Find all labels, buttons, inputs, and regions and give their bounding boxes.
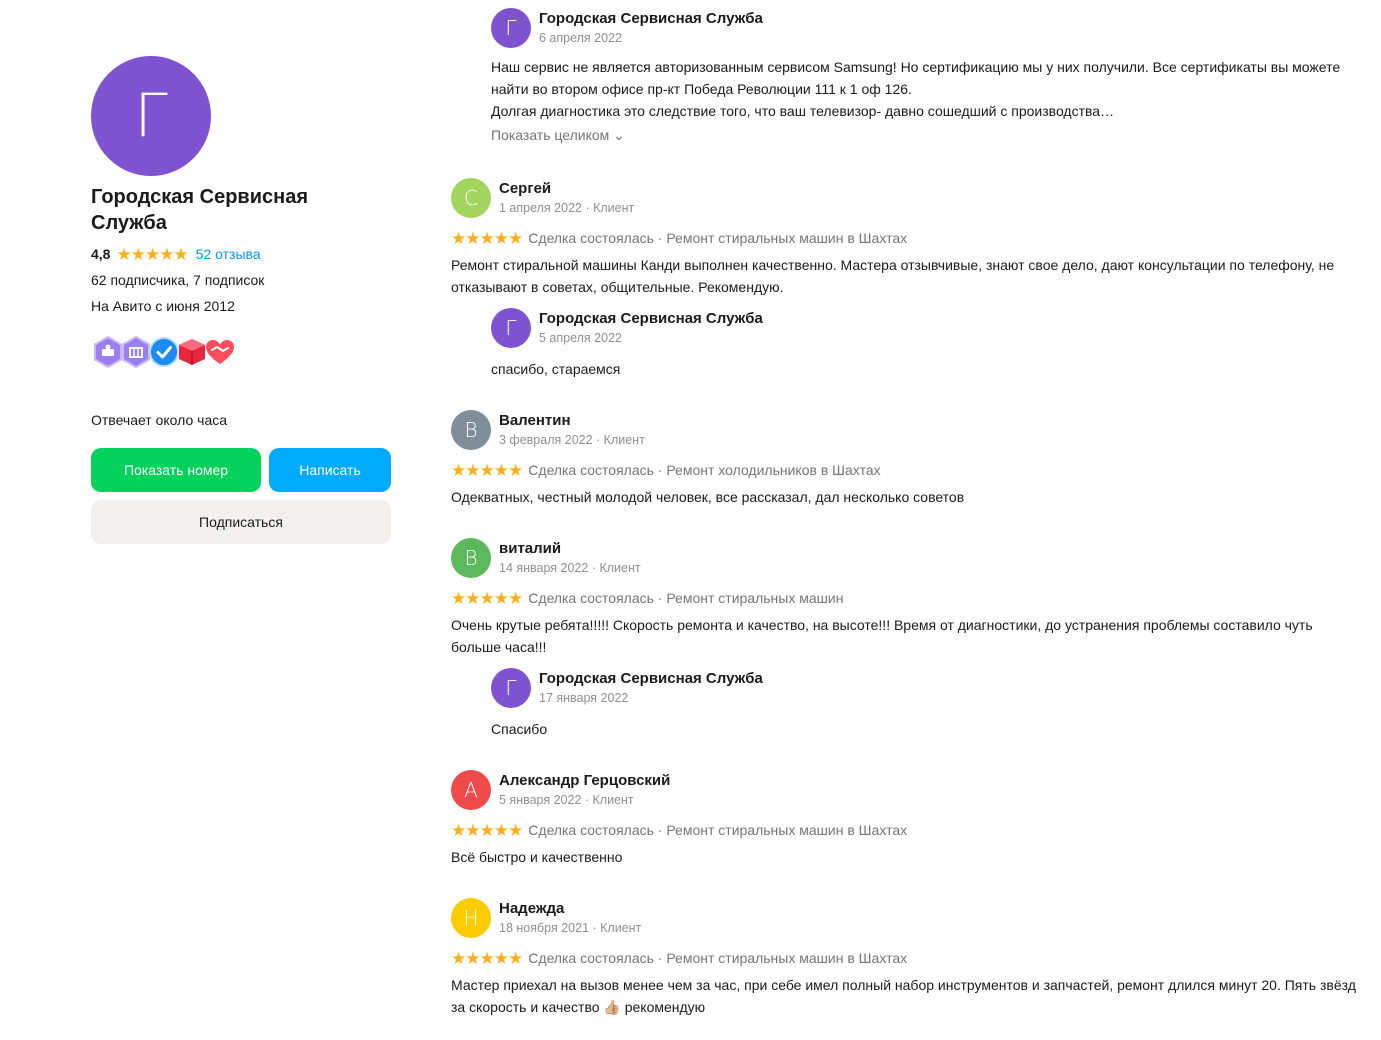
review-avatar[interactable]: В — [451, 410, 491, 450]
review-deal-row: ★★★★★ Сделка состоялась · Ремонт стираль… — [451, 228, 1371, 248]
reply-date: 17 января 2022 — [539, 691, 629, 705]
review-author[interactable]: Валентин — [499, 411, 645, 431]
rating-value: 4,8 — [91, 246, 111, 262]
reply-avatar[interactable]: Г — [491, 668, 531, 708]
review-author[interactable]: Надежда — [499, 899, 641, 919]
review-stars-icon: ★★★★★ — [451, 588, 523, 608]
seller-rating: 4,8 ★★★★★ 52 отзыва — [91, 244, 391, 264]
seller-avatar[interactable]: Г — [91, 56, 211, 176]
review-date: 1 апреля 2022 · Клиент — [499, 201, 635, 215]
reply-text: Наш сервис не является авторизованным се… — [491, 59, 1341, 119]
reply-author[interactable]: Городская Сервисная Служба — [539, 9, 763, 29]
review-deal: Сделка состоялась · Ремонт стиральных ма… — [528, 822, 908, 838]
review-item: В виталий 14 января 2022 · Клиент ★★★★★ … — [451, 538, 1371, 658]
review-item: А Александр Герцовский 5 января 2022 · К… — [451, 770, 1371, 868]
handshake-badge-icon[interactable] — [203, 335, 237, 369]
review-stars-icon: ★★★★★ — [451, 460, 523, 480]
reply-avatar[interactable]: Г — [491, 308, 531, 348]
seller-reply: Г Городская Сервисная Служба 6 апреля 20… — [491, 8, 1371, 146]
member-since: На Авито с июня 2012 — [91, 298, 235, 314]
review-stars-icon: ★★★★★ — [451, 948, 523, 968]
reply-date: 5 апреля 2022 — [539, 331, 622, 345]
review-stars-icon: ★★★★★ — [451, 820, 523, 840]
response-time: Отвечает около часа — [91, 412, 228, 428]
review-date: 14 января 2022 · Клиент — [499, 561, 641, 575]
reply-text: Спасибо — [491, 721, 548, 737]
review-text: Одекватных, честный молодой человек, все… — [451, 489, 965, 505]
review-date: 18 ноября 2021 · Клиент — [499, 921, 642, 935]
reply-header: Г Городская Сервисная Служба 6 апреля 20… — [491, 8, 1371, 48]
review-deal-row: ★★★★★ Сделка состоялась · Ремонт стираль… — [451, 588, 1371, 608]
review-deal: Сделка состоялась · Ремонт стиральных ма… — [528, 590, 844, 606]
followers-info[interactable]: 62 подписчика, 7 подписок — [91, 270, 391, 290]
contact-buttons: Показать номер Написать — [91, 448, 391, 492]
reply-author[interactable]: Городская Сервисная Служба — [539, 669, 763, 689]
review-header: С Сергей 1 апреля 2022 · Клиент — [451, 178, 1371, 218]
seller-sidebar: Г Городская Сервисная Служба 4,8 ★★★★★ 5… — [91, 56, 391, 544]
review-avatar[interactable]: А — [451, 770, 491, 810]
review-author[interactable]: Сергей — [499, 179, 634, 199]
seller-reply: Г Городская Сервисная Служба 17 января 2… — [491, 668, 1371, 740]
show-phone-button[interactable]: Показать номер — [91, 448, 261, 492]
review-deal: Сделка состоялась · Ремонт холодильников… — [528, 462, 881, 478]
review-item: В Валентин 3 февраля 2022 · Клиент ★★★★★… — [451, 410, 1371, 508]
reply-text: спасибо, стараемся — [491, 361, 621, 377]
review-text: Мастер приехал на вызов менее чем за час… — [451, 977, 1356, 1015]
review-deal-row: ★★★★★ Сделка состоялась · Ремонт стираль… — [451, 948, 1371, 968]
subscribe-button[interactable]: Подписаться — [91, 500, 391, 544]
review-item: С Сергей 1 апреля 2022 · Клиент ★★★★★ Сд… — [451, 178, 1371, 298]
reply-avatar[interactable]: Г — [491, 8, 531, 48]
reviews-count-link[interactable]: 52 отзыва — [196, 246, 261, 262]
review-author[interactable]: Александр Герцовский — [499, 771, 670, 791]
review-item: Н Надежда 18 ноября 2021 · Клиент ★★★★★ … — [451, 898, 1371, 1018]
review-date: 3 февраля 2022 · Клиент — [499, 433, 645, 447]
seller-name[interactable]: Городская Сервисная Служба — [91, 184, 351, 236]
reply-author[interactable]: Городская Сервисная Служба — [539, 309, 763, 329]
review-text: Всё быстро и качественно — [451, 849, 623, 865]
review-text: Ремонт стиральной машины Канди выполнен … — [451, 257, 1335, 295]
review-deal-row: ★★★★★ Сделка состоялась · Ремонт стираль… — [451, 820, 1371, 840]
badges-row[interactable] — [91, 334, 391, 370]
rating-stars-icon: ★★★★★ — [116, 244, 188, 264]
review-avatar[interactable]: Н — [451, 898, 491, 938]
review-date: 5 января 2022 · Клиент — [499, 793, 634, 807]
review-deal-row: ★★★★★ Сделка состоялась · Ремонт холодил… — [451, 460, 1371, 480]
review-deal: Сделка состоялась · Ремонт стиральных ма… — [528, 950, 908, 966]
show-full-link[interactable]: Показать целиком ⌄ — [491, 124, 1371, 146]
seller-reply: Г Городская Сервисная Служба 5 апреля 20… — [491, 308, 1371, 380]
review-deal: Сделка состоялась · Ремонт стиральных ма… — [528, 230, 908, 246]
review-stars-icon: ★★★★★ — [451, 228, 523, 248]
review-author[interactable]: виталий — [499, 539, 641, 559]
write-message-button[interactable]: Написать — [269, 448, 391, 492]
review-avatar[interactable]: С — [451, 178, 491, 218]
review-avatar[interactable]: В — [451, 538, 491, 578]
reply-date: 6 апреля 2022 — [539, 31, 622, 45]
review-text: Очень крутые ребята!!!!! Скорость ремонт… — [451, 617, 1313, 655]
